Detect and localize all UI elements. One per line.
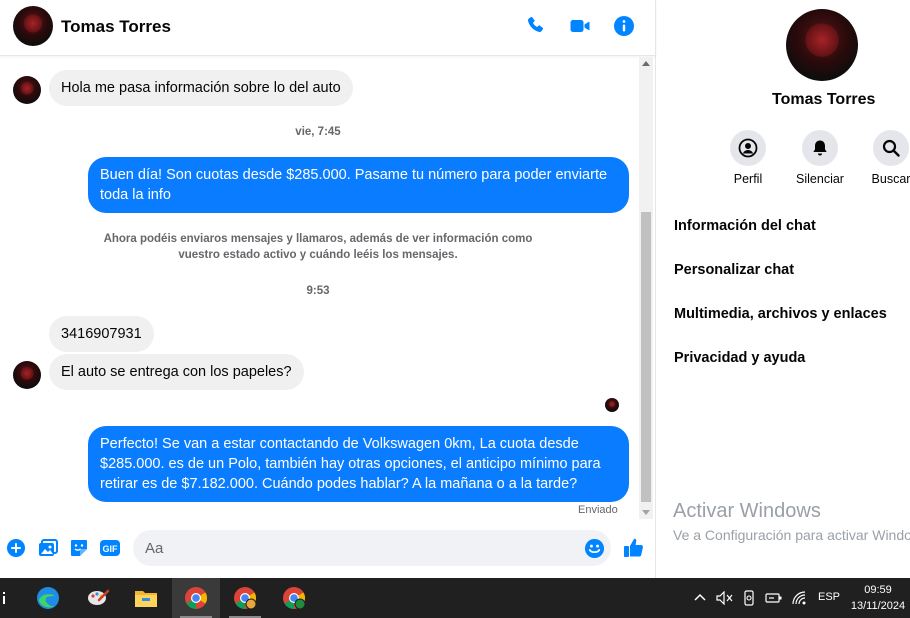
input-language[interactable]: ESP [818,591,840,603]
scrollbar-thumb[interactable] [641,212,651,502]
wifi-icon[interactable] [791,590,807,606]
paint-icon [88,589,110,605]
search-partial-icon[interactable] [2,592,6,604]
taskbar-chrome[interactable] [172,578,220,618]
taskbar-chrome-profile-t[interactable] [270,578,318,618]
contact-name[interactable]: Tomas Torres [61,17,171,37]
privacy-support-item[interactable]: Privacidad y ayuda [674,350,805,366]
sender-avatar[interactable] [13,76,41,104]
mute-button[interactable]: Silenciar [780,130,860,186]
incoming-message[interactable]: 3416907931 [49,316,154,352]
incoming-message[interactable]: El auto se entrega con los papeles? [49,354,304,390]
sender-avatar[interactable] [13,361,41,389]
activate-windows-title: Activar Windows [673,500,821,522]
search-button[interactable]: Buscar [851,130,910,186]
message-input[interactable] [133,530,611,566]
message-timestamp: 9:53 [306,285,330,297]
search-icon [882,139,900,157]
profile-name: Tomas Torres [772,91,876,108]
media-files-links-item[interactable]: Multimedia, archivos y enlaces [674,306,887,322]
message-timestamp: vie, 7:45 [295,126,341,138]
clock-date: 13/11/2024 [850,600,906,612]
chat-info-item[interactable]: Información del chat [674,218,816,234]
profile-button[interactable]: Perfil [708,130,788,186]
message-composer: GIF [0,519,656,578]
mute-label: Silenciar [796,172,844,186]
taskbar-chrome-profile[interactable] [221,578,269,618]
svg-text:GIF: GIF [103,544,119,554]
bell-icon [813,140,827,156]
taskbar-file-explorer[interactable] [122,578,170,618]
activate-windows-subtitle: Ve a Configuración para activar Windows. [673,527,910,543]
customize-chat-item[interactable]: Personalizar chat [674,262,794,278]
phone-icon[interactable] [524,14,548,38]
windows-taskbar: ESP 09:59 13/11/2024 [0,578,910,618]
system-notice: Ahora podéis enviaros mensajes y llamaro… [103,233,533,261]
sticker-icon[interactable] [68,537,90,559]
outgoing-message[interactable]: Perfecto! Se van a estar contactando de … [88,426,629,502]
chat-header: Tomas Torres [0,0,656,56]
clock-time: 09:59 [864,584,892,596]
seen-indicator-avatar [605,398,619,412]
contact-avatar[interactable] [13,6,53,46]
taskbar-edge[interactable] [24,578,72,618]
plus-icon[interactable] [5,537,27,559]
scroll-down-arrow-icon[interactable] [642,510,650,515]
chat-info-panel: Tomas Torres Perfil Silenciar Buscar Inf… [657,0,910,578]
delivery-status: Enviado [578,504,618,516]
thumbs-up-icon[interactable] [622,536,646,560]
profile-label: Perfil [733,172,763,186]
message-scrollbar[interactable] [639,57,653,519]
message-list[interactable]: Hola me pasa información sobre lo del au… [0,57,640,519]
video-camera-icon[interactable] [568,14,592,38]
profile-avatar-large[interactable] [786,9,858,81]
chrome-icon [185,587,207,609]
outgoing-message[interactable]: Buen día! Son cuotas desde $285.000. Pas… [88,157,629,213]
battery-icon[interactable] [765,592,783,604]
device-icon[interactable] [742,590,756,606]
tray-overflow-chevron-up-icon[interactable] [694,592,706,604]
file-explorer-icon [135,591,157,607]
incoming-message[interactable]: Hola me pasa información sobre lo del au… [49,70,353,106]
gif-icon[interactable]: GIF [99,537,121,559]
chat-pane: Tomas Torres Hola me pasa información so… [0,0,656,578]
profile-icon [738,138,758,158]
volume-muted-icon[interactable] [716,591,734,605]
scroll-up-arrow-icon[interactable] [642,61,650,66]
chrome-profile-icon [234,587,257,610]
edge-icon [37,587,59,609]
photo-icon[interactable] [37,537,59,559]
info-icon[interactable] [612,14,636,38]
taskbar-paint[interactable] [74,578,122,618]
app-window: Tomas Torres Hola me pasa información so… [0,0,910,618]
system-clock[interactable]: 09:59 13/11/2024 [846,582,910,614]
emoji-icon[interactable] [584,538,605,559]
chrome-profile-t-icon [283,587,306,610]
search-label: Buscar [871,172,910,186]
